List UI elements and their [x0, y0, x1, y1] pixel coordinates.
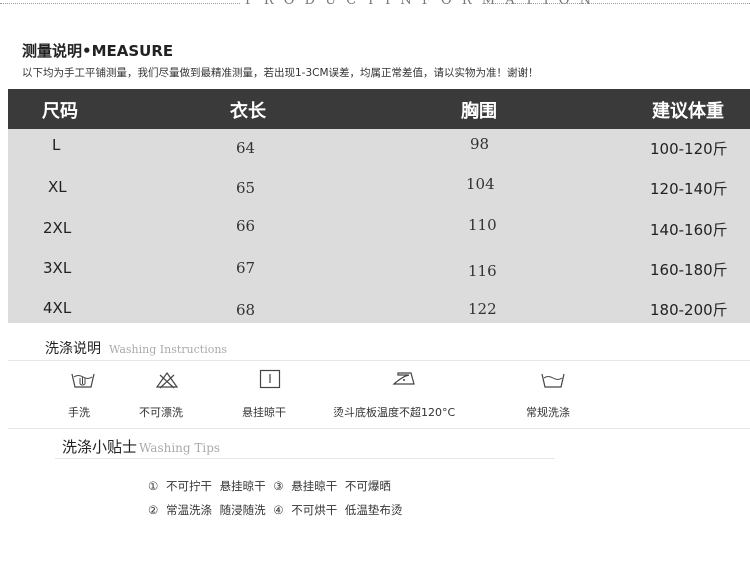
machine-wash-icon	[541, 373, 565, 388]
table-cell-length: 67	[236, 259, 256, 277]
washing-title: 洗涤说明	[45, 341, 101, 357]
care-label-hang-dry: 悬挂晾干	[242, 406, 286, 419]
divider	[8, 360, 750, 361]
table-cell-length: 64	[236, 139, 256, 157]
measure-title: 测量说明•MEASURE	[22, 42, 174, 60]
care-label-iron: 烫斗底板温度不超120°C	[333, 406, 456, 419]
size-table: 尺码 衣长 胸围 建议体重 L 64 98 100-120斤 XL 65 104…	[8, 89, 750, 323]
table-header: 尺码 衣长 胸围 建议体重	[8, 89, 750, 129]
table-cell-size: 4XL	[43, 299, 72, 317]
washing-section-title: 洗涤说明 Washing Instructions	[45, 338, 227, 358]
table-cell-length: 68	[236, 301, 256, 319]
table-cell-size: XL	[48, 178, 67, 196]
top-banner: P R O D U C T I N F O R M A T I O N	[0, 0, 750, 10]
table-cell-size: L	[52, 136, 61, 154]
table-cell-size: 2XL	[43, 219, 72, 237]
header-chest: 胸围	[461, 101, 497, 122]
care-label-hand-wash: 手洗	[68, 406, 90, 419]
tips-section-title: 洗涤小贴士 Washing Tips	[62, 436, 220, 457]
banner-divider-left	[0, 3, 240, 4]
banner-text: P R O D U C T I N F O R M A T I O N	[245, 0, 594, 8]
header-weight: 建议体重	[652, 101, 724, 122]
hand-wash-icon	[71, 373, 95, 388]
measure-subtitle: 以下均为手工平铺测量，我们尽量做到最精准测量，若出现1-3CM误差，均属正常差值…	[22, 67, 539, 79]
table-cell-weight: 120-140斤	[650, 180, 728, 198]
table-cell-length: 66	[236, 217, 256, 235]
banner-divider-right	[485, 3, 750, 4]
iron-icon	[392, 372, 415, 385]
care-label-no-bleach: 不可漂洗	[139, 406, 183, 419]
care-label-machine-wash: 常规洗涤	[526, 406, 570, 419]
table-cell-weight: 140-160斤	[650, 221, 728, 239]
table-cell-weight: 180-200斤	[650, 301, 728, 319]
table-cell-chest: 122	[468, 300, 497, 318]
table-cell-chest: 116	[468, 262, 497, 280]
tips-title: 洗涤小贴士	[62, 438, 138, 456]
header-length: 衣长	[230, 101, 266, 122]
table-cell-size: 3XL	[43, 259, 72, 277]
no-bleach-icon	[155, 371, 179, 389]
table-cell-length: 65	[236, 179, 256, 197]
table-cell-chest: 104	[466, 175, 495, 193]
washing-title-en: Washing Instructions	[109, 343, 228, 356]
header-size: 尺码	[42, 101, 78, 122]
table-cell-chest: 110	[468, 216, 497, 234]
divider	[55, 458, 555, 459]
tip-line-1: ① 不可拧干 悬挂晾干 ③ 悬挂晾干 不可爆晒	[148, 479, 391, 493]
tips-title-en: Washing Tips	[139, 441, 221, 455]
table-cell-weight: 100-120斤	[650, 140, 728, 158]
table-cell-chest: 98	[470, 135, 490, 153]
tip-line-2: ② 常温洗涤 随浸随洗 ④ 不可烘干 低温垫布烫	[148, 503, 403, 517]
hang-dry-icon	[259, 369, 281, 389]
table-cell-weight: 160-180斤	[650, 261, 728, 279]
divider	[8, 428, 750, 429]
